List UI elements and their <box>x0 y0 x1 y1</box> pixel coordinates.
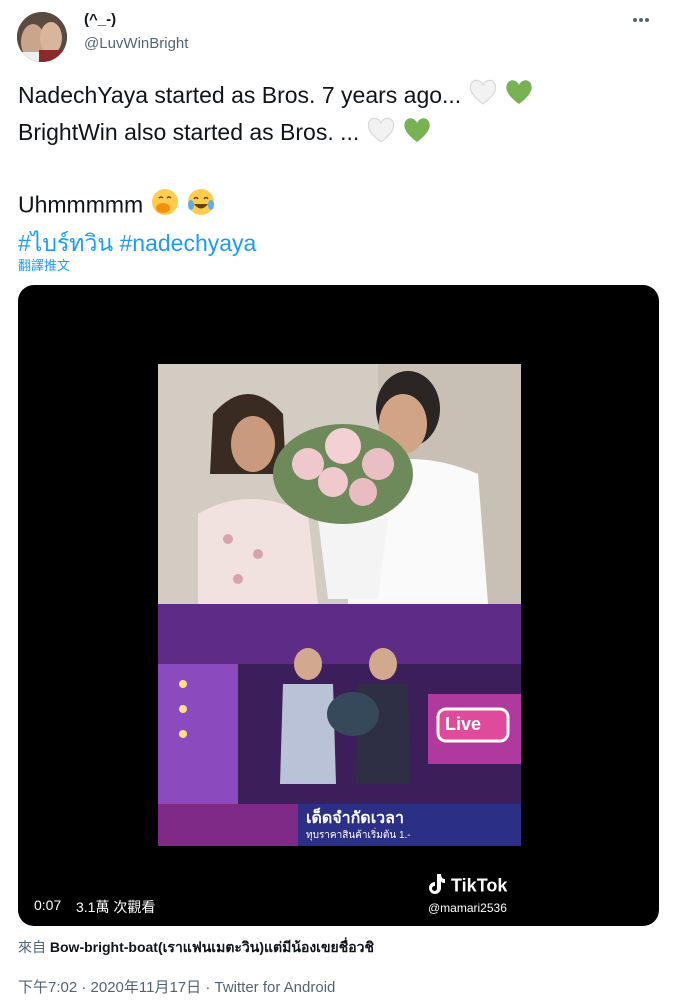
source-prefix: 來自 <box>18 939 46 955</box>
tiktok-note-icon <box>428 873 446 900</box>
video-thumbnail <box>158 364 521 846</box>
source-line: 來自 Bow-bright-boat(เราแฟนเมตะวิน)แต่มีน้… <box>18 937 374 959</box>
more-icon[interactable] <box>623 8 659 32</box>
tweet-line-1: NadechYaya started as Bros. 7 years ago.… <box>18 82 462 108</box>
face-hand-over-mouth-icon <box>150 187 180 226</box>
tweet-text: NadechYaya started as Bros. 7 years ago.… <box>18 78 658 260</box>
green-heart-icon <box>402 116 432 153</box>
tiktok-logo: TikTok <box>428 873 507 900</box>
hashtag-link[interactable]: #ไบร์ทวิน <box>18 230 113 256</box>
tweet-line-3: Uhmmmmm <box>18 191 144 218</box>
translate-link[interactable]: 翻譯推文 <box>18 255 70 274</box>
source-link[interactable]: Bow-bright-boat(เราแฟนเมตะวิน)แต่มีน้องเ… <box>50 939 374 955</box>
tiktok-wordmark: TikTok <box>451 875 508 896</box>
video-player[interactable]: Live เด็ดจำกัดเวลา ทุบราคาสินค้าเริ่มต้น… <box>18 285 659 926</box>
video-views: 3.1萬 次觀看 <box>76 899 156 915</box>
tweet-line-2: BrightWin also started as Bros. ... <box>18 119 360 146</box>
video-frame: Live เด็ดจำกัดเวลา ทุบราคาสินค้าเริ่มต้น… <box>158 364 521 846</box>
white-heart-icon <box>366 116 396 153</box>
green-heart-icon <box>504 78 534 115</box>
tiktok-username: @mamari2536 <box>428 901 507 915</box>
display-name[interactable]: (^_-) <box>84 11 116 28</box>
avatar[interactable] <box>17 12 67 62</box>
tears-of-joy-icon <box>186 187 216 226</box>
hashtag-link[interactable]: #nadechyaya <box>120 230 257 256</box>
video-time: 0:07 <box>34 897 62 913</box>
tweet-meta[interactable]: 下午7:02 · 2020年11月17日 · Twitter for Andro… <box>18 976 335 997</box>
user-handle[interactable]: @LuvWinBright <box>84 35 188 52</box>
white-heart-icon <box>468 78 498 115</box>
video-caption-sub: ทุบราคาสินค้าเริ่มต้น 1.- <box>306 830 411 841</box>
live-badge: Live <box>445 714 482 734</box>
